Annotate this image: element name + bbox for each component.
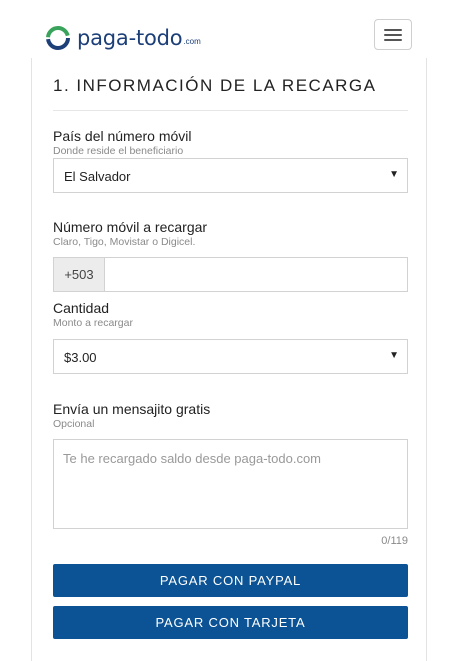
hamburger-menu-icon [384, 34, 402, 36]
character-counter: 0/119 [381, 535, 408, 547]
amount-select[interactable]: $3.00 ▼ [53, 339, 408, 374]
message-label: Envía un mensajito gratis [53, 401, 211, 417]
dropdown-caret-icon: ▼ [389, 169, 399, 180]
country-select[interactable]: El Salvador ▼ [53, 158, 408, 193]
section-divider [53, 110, 408, 111]
paga-todo-logo[interactable]: paga-todo .com [46, 25, 201, 51]
country-selected-value: El Salvador [64, 169, 131, 184]
amount-selected-value: $3.00 [64, 350, 97, 365]
top-nav: paga-todo .com [0, 0, 458, 60]
message-placeholder: Te he recargado saldo desde paga-todo.co… [63, 451, 322, 466]
phone-hint: Claro, Tigo, Movistar o Digicel. [53, 236, 196, 248]
logo-wordmark: paga-todo [77, 26, 183, 50]
amount-hint: Monto a recargar [53, 317, 133, 329]
phone-prefix: +503 [54, 258, 105, 291]
amount-label: Cantidad [53, 300, 110, 316]
dropdown-caret-icon: ▼ [389, 350, 399, 361]
section-title: 1. INFORMACIÓN DE LA RECARGA [53, 76, 377, 95]
hamburger-menu-icon [384, 29, 402, 31]
phone-label: Número móvil a recargar [53, 219, 208, 235]
pay-with-card-button[interactable]: PAGAR CON TARJETA [53, 606, 408, 639]
hamburger-menu-icon [384, 39, 402, 41]
phone-field: +503 [53, 257, 408, 292]
country-label: País del número móvil [53, 128, 192, 144]
country-hint: Donde reside el beneficiario [53, 145, 184, 157]
phone-number-input[interactable] [105, 258, 407, 291]
menu-toggle-button[interactable] [374, 19, 412, 50]
logo-domain-suffix: .com [183, 37, 201, 46]
message-textarea[interactable]: Te he recargado saldo desde paga-todo.co… [53, 439, 408, 529]
message-hint: Opcional [53, 418, 95, 430]
pay-with-paypal-button[interactable]: PAGAR CON PAYPAL [53, 564, 408, 597]
logo-swirl-icon [46, 26, 70, 50]
